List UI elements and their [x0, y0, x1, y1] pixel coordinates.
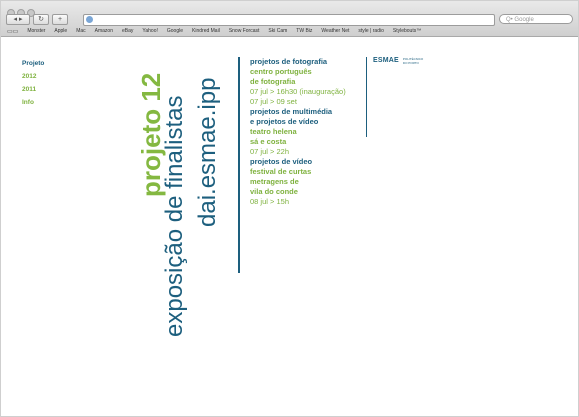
program-date: 08 jul > 15h: [250, 197, 289, 206]
divider-line: [238, 57, 240, 273]
page-subtitle: exposição de finalistas: [161, 95, 188, 337]
program-date: 07 jul > 16h30 (inauguração): [250, 87, 346, 96]
nav-item-2011[interactable]: 2011: [22, 83, 44, 96]
bookmarks-bar: ▭▭ Monster Apple Mac Amazon eBay Yahoo! …: [1, 26, 578, 36]
divider-line: [366, 57, 367, 137]
bookmark-item[interactable]: Yahoo!: [142, 28, 157, 34]
program-heading: e projetos de vídeo: [250, 117, 319, 126]
program-heading: projetos de fotografia: [250, 57, 328, 66]
bookmark-item[interactable]: Mac: [76, 28, 85, 34]
bookmark-item[interactable]: Amazon: [95, 28, 113, 34]
esmae-logo[interactable]: ESMAE POLITÉCNICO DO PORTO: [373, 57, 423, 65]
side-nav: Projeto 2012 2011 Info: [22, 57, 44, 109]
logo-tagline-line: DO PORTO: [402, 60, 419, 65]
bookmarks-icon[interactable]: ▭▭: [7, 28, 18, 35]
page-content: Projeto 2012 2011 Info projeto 12 exposi…: [1, 37, 578, 416]
program-heading: projetos de multimédia: [250, 107, 333, 116]
back-forward-button[interactable]: ◂ ▸: [6, 14, 30, 25]
bookmark-item[interactable]: Snow Forcast: [229, 28, 260, 34]
program-venue: festival de curtas: [250, 167, 312, 176]
nav-item-projeto[interactable]: Projeto: [22, 57, 44, 70]
add-bookmark-button[interactable]: +: [52, 14, 68, 25]
program-venue: metragens de: [250, 177, 299, 186]
nav-item-2012[interactable]: 2012: [22, 70, 44, 83]
logo-text: ESMAE: [373, 57, 399, 64]
program-date: 07 jul > 09 set: [250, 97, 297, 106]
bookmark-item[interactable]: style | radio: [358, 28, 383, 34]
program-venue: de fotografia: [250, 77, 296, 86]
navigation-buttons: ◂ ▸ ↻ +: [6, 14, 68, 25]
bookmark-item[interactable]: Monster: [27, 28, 45, 34]
program-venue: vila do conde: [250, 187, 298, 196]
bookmark-item[interactable]: eBay: [122, 28, 133, 34]
program-heading: projetos de vídeo: [250, 157, 313, 166]
bookmark-item[interactable]: Stylebouts™: [393, 28, 421, 34]
bookmark-item[interactable]: Weather Net: [321, 28, 349, 34]
bookmark-item[interactable]: Kindred Mail: [192, 28, 220, 34]
site-url-text: dai.esmae.ipp: [194, 77, 221, 227]
nav-item-info[interactable]: Info: [22, 96, 44, 109]
program-venue: teatro helena: [250, 127, 297, 136]
program-venue: centro português: [250, 67, 312, 76]
program-venue: sá e costa: [250, 137, 287, 146]
bookmark-item[interactable]: TW Biz: [296, 28, 312, 34]
logo-tagline: POLITÉCNICO DO PORTO: [402, 57, 423, 65]
bookmark-item[interactable]: Google: [167, 28, 183, 34]
site-icon: [86, 16, 93, 23]
bookmark-item[interactable]: Ski Cam: [268, 28, 287, 34]
bookmark-item[interactable]: Apple: [54, 28, 67, 34]
program-date: 07 jul > 22h: [250, 147, 289, 156]
address-bar[interactable]: [83, 14, 495, 26]
program-schedule: projetos de fotografia centro português …: [250, 57, 346, 207]
reload-button[interactable]: ↻: [33, 14, 49, 25]
browser-toolbar: ◂ ▸ ↻ + Q• Google ▭▭ Monster Apple Mac A…: [1, 1, 578, 37]
browser-window: ◂ ▸ ↻ + Q• Google ▭▭ Monster Apple Mac A…: [0, 0, 579, 417]
search-input[interactable]: Q• Google: [499, 14, 573, 24]
